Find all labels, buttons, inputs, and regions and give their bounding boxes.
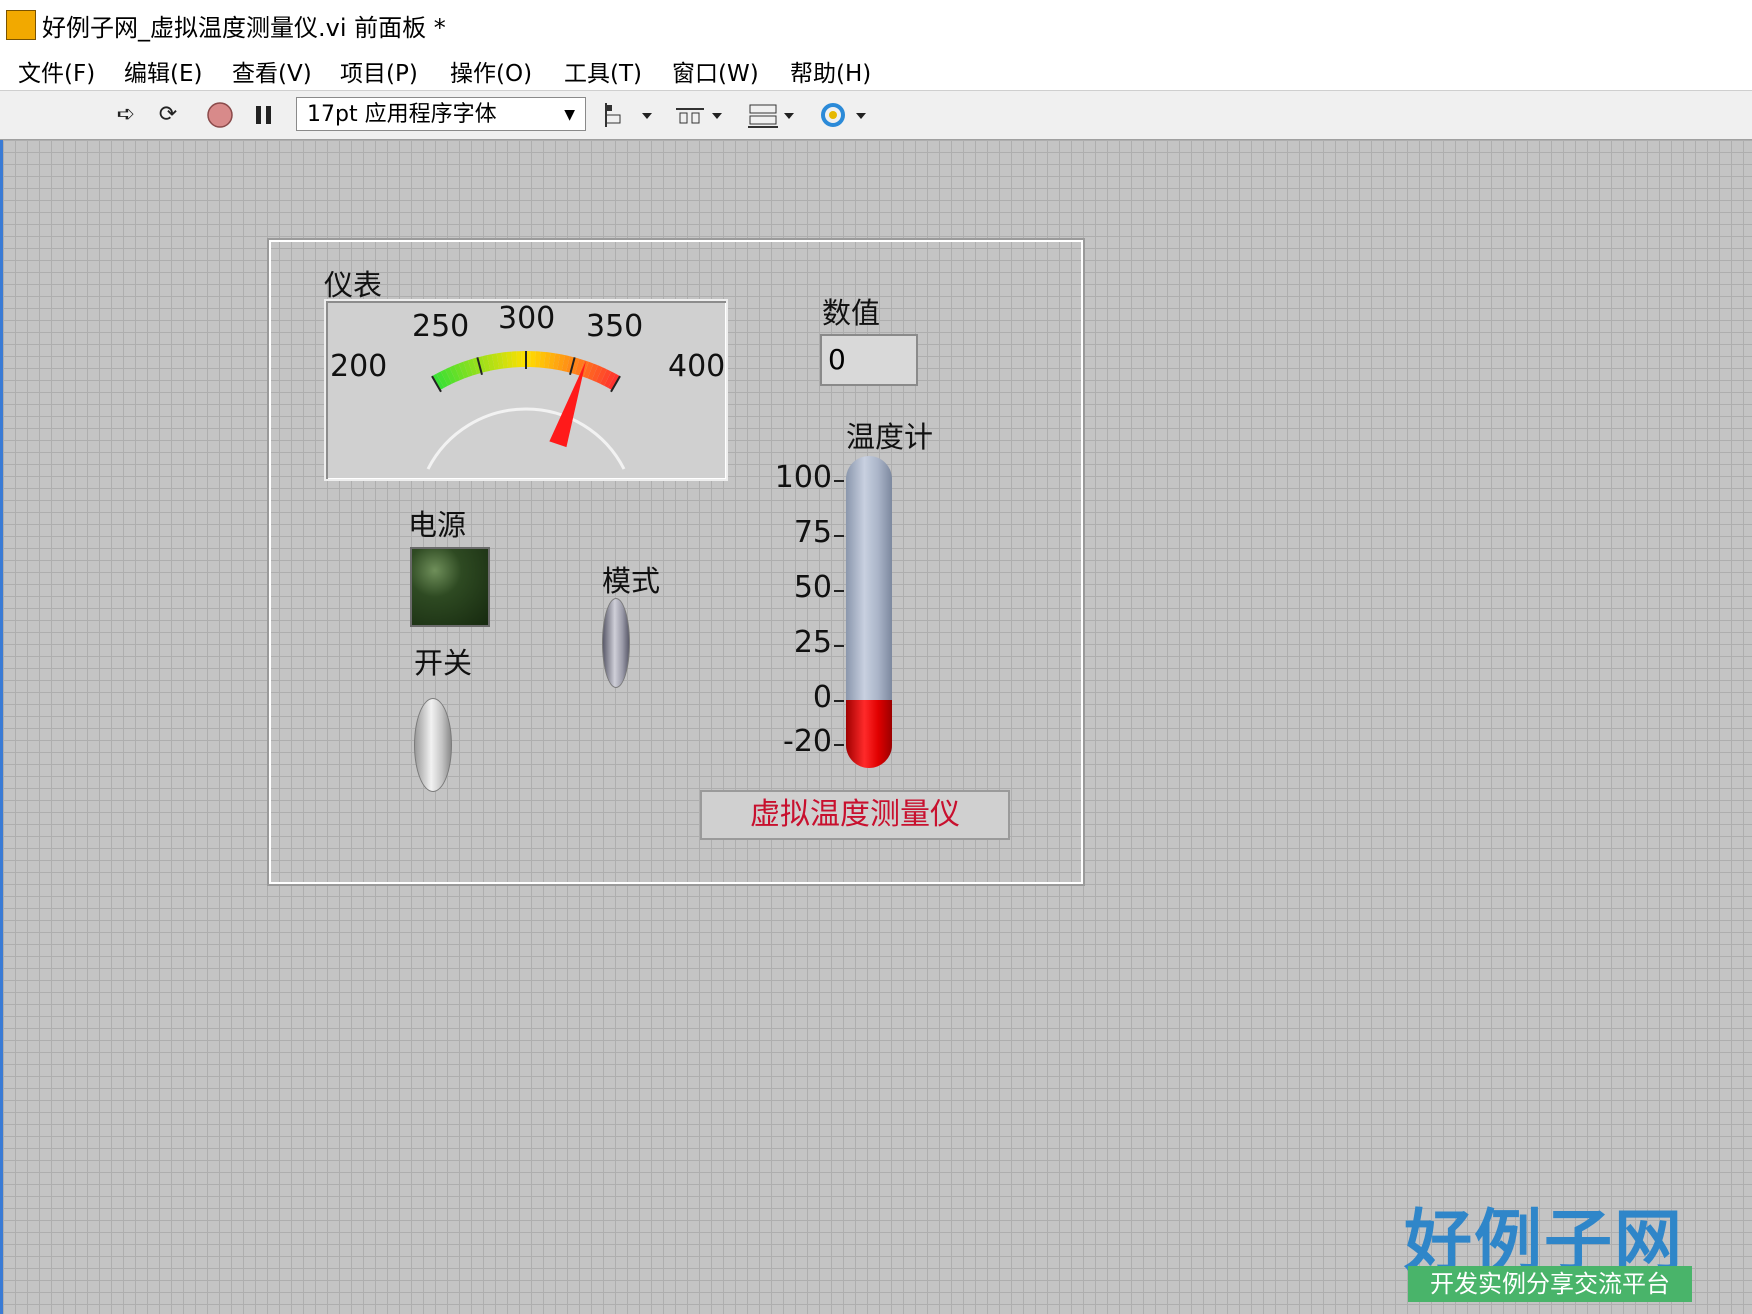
gauge-arc-segment <box>454 363 465 381</box>
gauge-arc-segment <box>587 363 598 381</box>
gauge-tick-400: 400 <box>668 349 726 384</box>
gauge-label: 仪表 <box>324 268 383 302</box>
gauge-arc-segment <box>543 352 551 369</box>
panel-title-indicator: 虚拟温度测量仪 <box>700 790 1010 840</box>
resize-icon[interactable] <box>746 101 796 129</box>
window-title: 好例子网_虚拟温度测量仪.vi 前面板 * <box>42 14 446 42</box>
gauge-arc-segment <box>604 371 616 388</box>
gauge-tick-350: 350 <box>586 309 644 344</box>
switch-label: 开关 <box>414 646 473 680</box>
thermometer-fill <box>846 700 892 768</box>
thermometer[interactable] <box>846 456 892 768</box>
gauge-arc-segment <box>574 358 585 376</box>
power-led[interactable] <box>410 547 490 627</box>
abort-icon[interactable] <box>206 101 234 129</box>
thermo-tick-mark <box>834 700 844 702</box>
gauge-arc-segment <box>583 361 594 379</box>
mode-switch[interactable] <box>602 598 630 688</box>
run-continuous-icon[interactable]: ⟳ <box>154 101 182 129</box>
chevron-down-icon: ▼ <box>564 107 575 123</box>
gauge-arc-segment <box>463 360 473 377</box>
menu-file[interactable]: 文件(F) <box>18 54 95 88</box>
gauge-arc-segment <box>458 361 469 379</box>
gauge-tick-300: 300 <box>498 301 556 336</box>
gauge-arc-segment <box>591 365 603 382</box>
gauge-arc-segment <box>491 353 500 370</box>
run-arrow-icon[interactable]: ➪ <box>112 101 140 129</box>
thermo-tick-75: 75 <box>793 515 832 550</box>
thermo-tick-neg20: -20 <box>783 724 832 759</box>
thermo-tick-100: 100 <box>774 460 832 495</box>
gauge-arc-segment <box>595 367 607 384</box>
font-select[interactable]: 17pt 应用程序字体 ▼ <box>296 97 586 131</box>
gauge-arc-segment <box>600 369 612 386</box>
menu-tools[interactable]: 工具(T) <box>564 54 642 88</box>
gauge-arc-segment <box>561 355 570 372</box>
gauge-arc-segment <box>436 371 448 388</box>
thermo-tick-50: 50 <box>793 570 832 605</box>
menu-edit[interactable]: 编辑(E) <box>124 54 202 88</box>
menu-window[interactable]: 窗口(W) <box>672 54 759 88</box>
thermo-tick-mark <box>834 590 844 592</box>
gauge-arc-segment <box>548 352 556 370</box>
menu-operate[interactable]: 操作(O) <box>450 54 532 88</box>
numeric-indicator[interactable]: 0 <box>820 334 918 386</box>
gauge-arc-segment <box>467 358 478 376</box>
labview-vi-icon <box>6 10 36 40</box>
gauge-needle <box>549 360 586 448</box>
gauge-arc-segment <box>501 352 509 369</box>
menu-bar: 文件(F) 编辑(E) 查看(V) 项目(P) 操作(O) 工具(T) 窗口(W… <box>0 48 1752 91</box>
gauge-arc-segment <box>557 354 566 371</box>
reorder-icon[interactable] <box>818 101 868 129</box>
gauge[interactable]: 200 250 300 350 400 <box>324 299 728 481</box>
thermo-tick-0: 0 <box>812 680 832 715</box>
thermo-tick-mark <box>834 645 844 647</box>
thermo-tick-25: 25 <box>793 625 832 660</box>
menu-view[interactable]: 查看(V) <box>232 54 312 88</box>
gauge-arc-segment <box>445 367 457 384</box>
numeric-label: 数值 <box>822 296 881 330</box>
thermo-tick-mark <box>834 535 844 537</box>
align-icon[interactable] <box>604 101 654 129</box>
menu-project[interactable]: 项目(P) <box>340 54 418 88</box>
gauge-arc-segment <box>496 352 504 370</box>
gauge-arc-segment <box>440 369 452 386</box>
pause-icon[interactable] <box>250 101 278 129</box>
gauge-tick-200: 200 <box>330 349 388 384</box>
gauge-arc-segment <box>486 354 495 371</box>
gauge-arc-segment <box>449 365 461 382</box>
gauge-tick-250: 250 <box>412 309 470 344</box>
gauge-arc-segment <box>552 353 561 370</box>
font-select-value: 17pt 应用程序字体 <box>307 102 497 127</box>
thermometer-label: 温度计 <box>846 420 934 454</box>
gauge-arc-segment <box>482 355 491 372</box>
power-switch[interactable] <box>414 698 452 792</box>
title-bar: 好例子网_虚拟温度测量仪.vi 前面板 * <box>0 0 1752 48</box>
site-logo-tagline: 开发实例分享交流平台 <box>1408 1266 1692 1302</box>
power-label: 电源 <box>408 508 467 542</box>
thermo-tick-mark <box>834 744 844 746</box>
distribute-icon[interactable] <box>674 101 724 129</box>
menu-help[interactable]: 帮助(H) <box>790 54 871 88</box>
toolbar: ➪ ⟳ 17pt 应用程序字体 ▼ <box>0 91 1752 140</box>
mode-label: 模式 <box>602 564 661 598</box>
thermo-tick-mark <box>834 480 844 482</box>
